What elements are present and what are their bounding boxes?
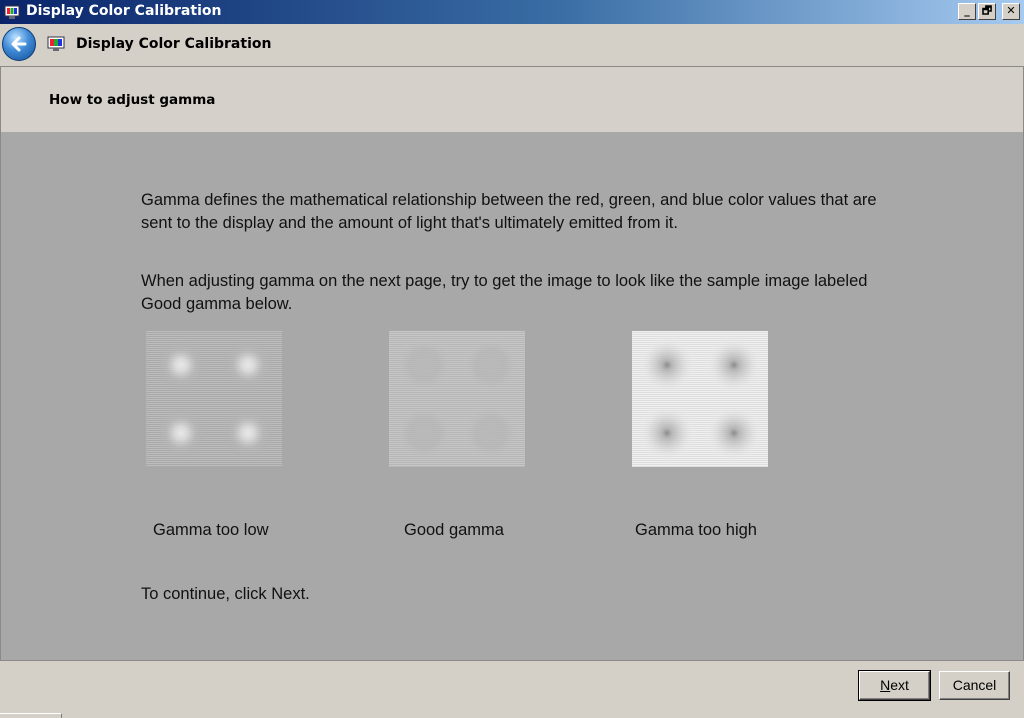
gamma-too-high-label: Gamma too high bbox=[635, 521, 757, 539]
page-heading: How to adjust gamma bbox=[49, 92, 216, 108]
window-title: Display Color Calibration bbox=[26, 3, 222, 19]
back-button[interactable] bbox=[2, 27, 36, 61]
good-gamma-label: Good gamma bbox=[404, 521, 504, 539]
close-button[interactable]: ✕ bbox=[1002, 3, 1020, 20]
minimize-button[interactable]: _ bbox=[958, 3, 976, 20]
gamma-too-high-image bbox=[632, 331, 768, 467]
color-calibration-icon bbox=[47, 36, 65, 51]
color-calibration-icon bbox=[4, 5, 20, 19]
next-label: ext bbox=[890, 677, 909, 693]
back-arrow-icon bbox=[11, 36, 27, 52]
calibration-window: Display Color Calibration _ 🗗 ✕ Display … bbox=[0, 0, 1024, 718]
continue-instruction: To continue, click Next. bbox=[141, 585, 310, 603]
adjust-instructions: When adjusting gamma on the next page, t… bbox=[141, 272, 868, 313]
wizard-title: Display Color Calibration bbox=[76, 36, 272, 52]
restore-button[interactable]: 🗗 bbox=[978, 3, 996, 20]
content-area: Gamma defines the mathematical relations… bbox=[0, 132, 1024, 661]
gamma-too-low-label: Gamma too low bbox=[153, 521, 269, 539]
cancel-button[interactable]: Cancel bbox=[939, 671, 1010, 700]
button-bar: Next Cancel bbox=[0, 661, 1024, 718]
next-button[interactable]: Next bbox=[858, 670, 931, 701]
title-bar[interactable]: Display Color Calibration _ 🗗 ✕ bbox=[0, 0, 1024, 24]
gamma-description: Gamma defines the mathematical relations… bbox=[141, 191, 877, 232]
taskbar-edge bbox=[0, 713, 62, 718]
good-gamma-image bbox=[389, 331, 525, 467]
navigation-bar: Display Color Calibration bbox=[0, 24, 1024, 66]
gamma-too-low-image bbox=[146, 331, 282, 467]
next-accelerator: N bbox=[880, 677, 891, 693]
page-header: How to adjust gamma bbox=[0, 66, 1024, 133]
